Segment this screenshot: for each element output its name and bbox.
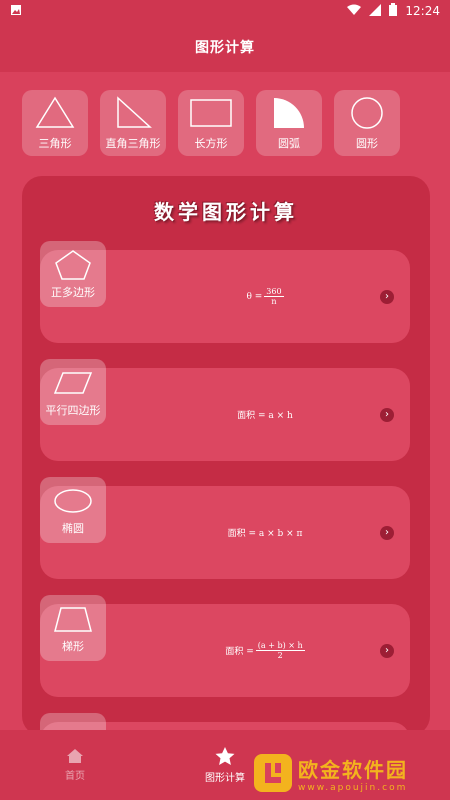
- formula-card-label: 正多边形: [51, 285, 95, 299]
- shape-tab-rectangle[interactable]: 长方形: [178, 90, 244, 156]
- formula-card-parallelogram[interactable]: 平行四边形 面积 = a × h ›: [40, 359, 410, 461]
- triangle-icon: [35, 96, 75, 128]
- formula-text: 面积 = a × b × π: [227, 529, 303, 539]
- status-bar: 12:24: [0, 0, 450, 22]
- formula-card-regular-polygon[interactable]: 正多边形 θ = 360 n ›: [40, 241, 410, 343]
- app-bar: 图形计算: [0, 22, 450, 72]
- circle-icon: [351, 97, 383, 129]
- shape-tabs: 三角形 直角三角形 长方形 圆弧 圆形: [22, 90, 402, 156]
- star-icon: [215, 746, 235, 765]
- tab-home[interactable]: 首页: [0, 748, 150, 782]
- shape-tab-arc[interactable]: 圆弧: [256, 90, 322, 156]
- formula-icon-box: 梯形: [40, 595, 106, 661]
- home-icon: [67, 749, 83, 763]
- rectangle-icon: [190, 99, 232, 127]
- panel-title: 数学图形计算: [154, 200, 298, 224]
- formula-text: θ = 360 n: [160, 250, 370, 343]
- signal-icon: [369, 3, 382, 19]
- formula-card-label: 梯形: [62, 639, 84, 653]
- shape-tab-label: 长方形: [194, 137, 228, 150]
- formula-card-ellipse[interactable]: 椭圆 面积 = a × b × π ›: [40, 477, 410, 579]
- pentagon-icon: [55, 249, 91, 280]
- image-icon: [10, 4, 22, 19]
- watermark-title: 欧金软件园: [298, 757, 408, 782]
- formula-numerator: (a + b) × h: [255, 641, 305, 651]
- shape-tab-label: 直角三角形: [105, 137, 161, 150]
- shape-tab-triangle[interactable]: 三角形: [22, 90, 88, 156]
- formula-text: 面积 = a × h: [237, 411, 293, 421]
- formula-panel: 数学图形计算 正多边形 θ = 360 n › 平行四边形 面积 = a × h…: [22, 176, 430, 736]
- formula-card-label: 平行四边形: [45, 403, 101, 417]
- trapezoid-icon: [54, 606, 92, 632]
- formula-card-trapezoid[interactable]: 梯形 面积 = (a + b) × h 2 ›: [40, 595, 410, 697]
- chevron-right-icon[interactable]: ›: [380, 290, 394, 304]
- chevron-right-icon[interactable]: ›: [380, 408, 394, 422]
- right-triangle-icon: [117, 96, 152, 128]
- tab-label: 图形计算: [205, 772, 245, 784]
- formula-denominator: 2: [277, 651, 283, 660]
- wifi-icon: [347, 4, 362, 19]
- page-title: 图形计算: [195, 40, 255, 56]
- ellipse-icon: [54, 488, 92, 513]
- shape-tab-right-triangle[interactable]: 直角三角形: [100, 90, 166, 156]
- formula-fraction: (a + b) × h 2: [255, 641, 305, 660]
- watermark-url: www.apoujin.com: [298, 782, 408, 793]
- formula-prefix: 面积 =: [225, 647, 254, 657]
- status-time: 12:24: [405, 4, 440, 18]
- formula-prefix: θ =: [246, 291, 263, 302]
- watermark: 欧金软件园 www.apoujin.com: [254, 746, 450, 800]
- shape-tab-circle[interactable]: 圆形: [334, 90, 400, 156]
- chevron-right-icon[interactable]: ›: [380, 526, 394, 540]
- formula-icon-box: 正多边形: [40, 241, 106, 307]
- shape-tab-label: 圆形: [356, 137, 378, 150]
- watermark-logo-icon: [254, 754, 292, 792]
- parallelogram-icon: [53, 371, 93, 394]
- formula-icon-box: 椭圆: [40, 477, 106, 543]
- shape-tab-label: 三角形: [38, 137, 72, 150]
- chevron-right-icon[interactable]: ›: [380, 644, 394, 658]
- shape-tab-label: 圆弧: [278, 137, 300, 150]
- tab-label: 首页: [65, 771, 85, 782]
- formula-text: 面积 = (a + b) × h 2: [160, 604, 370, 697]
- watermark-text: 欧金软件园 www.apoujin.com: [298, 754, 408, 793]
- formula-numerator: 360: [264, 287, 284, 297]
- battery-icon: [389, 3, 398, 19]
- formula-icon-box: 平行四边形: [40, 359, 106, 425]
- formula-card-label: 椭圆: [62, 521, 84, 535]
- formula-fraction: 360 n: [264, 287, 284, 306]
- formula-denominator: n: [271, 297, 277, 306]
- arc-icon: [274, 98, 304, 128]
